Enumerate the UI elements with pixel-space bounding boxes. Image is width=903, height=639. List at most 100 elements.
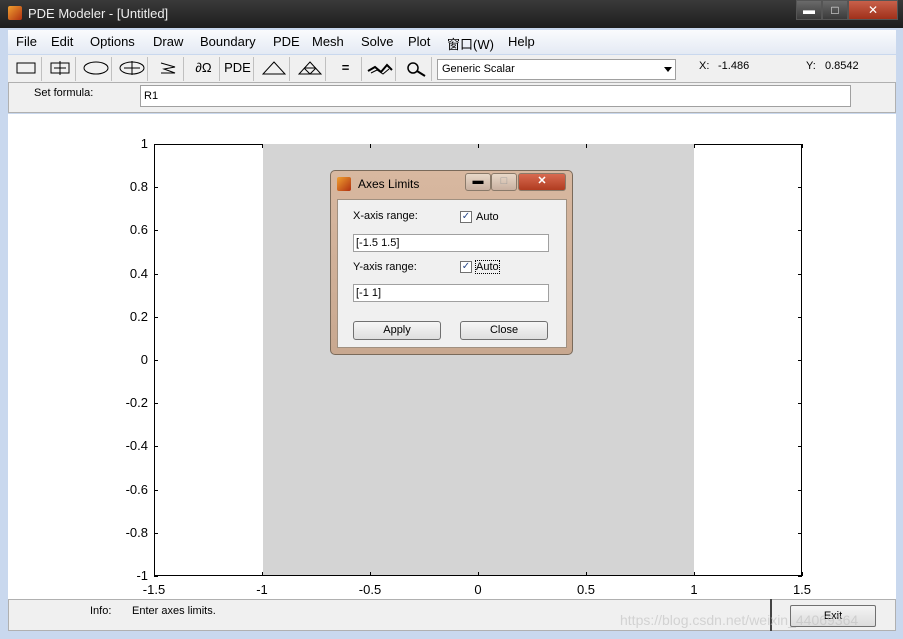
formula-input[interactable]: R1	[140, 85, 851, 107]
check-icon: ✓	[461, 211, 471, 222]
apply-button[interactable]: Apply	[353, 321, 441, 340]
centered-rectangle-icon	[50, 61, 69, 75]
x-tick-label: -1	[256, 582, 268, 597]
y-tick-mark	[154, 187, 158, 189]
pde-spec-button[interactable]: PDE	[222, 57, 254, 81]
application-select[interactable]: Generic Scalar	[437, 59, 676, 80]
y-auto-label: Auto	[475, 260, 500, 274]
close-dialog-button[interactable]: Close	[460, 321, 548, 340]
x-readout-label: X:	[699, 60, 710, 72]
x-tick-mark	[694, 572, 695, 576]
menu-file[interactable]: File	[16, 34, 37, 49]
y-tick-mark	[798, 316, 802, 318]
y-tick-label: 0.4	[129, 265, 148, 281]
init-mesh-button[interactable]	[258, 57, 290, 81]
polygon-icon	[160, 62, 175, 74]
ellipse-tool-button[interactable]	[80, 57, 112, 81]
x-tick-mark	[262, 572, 263, 576]
y-tick-mark	[154, 532, 158, 534]
watermark: https://blog.csdn.net/weixin_44069364	[620, 612, 859, 628]
y-readout-label: Y:	[806, 60, 816, 72]
y-tick-mark	[798, 403, 802, 405]
x-tick-mark	[370, 572, 371, 576]
menu-window[interactable]: 窗口(W)	[447, 34, 494, 53]
x-tick-label: 0	[474, 582, 482, 597]
boundary-mode-button[interactable]: ∂Ω	[188, 57, 220, 81]
x-tick-label: 1	[690, 582, 698, 597]
y-tick-mark	[798, 446, 802, 448]
y-tick-label: 0.6	[129, 222, 148, 238]
y-tick-mark	[798, 360, 802, 361]
matlab-icon	[8, 6, 22, 20]
check-icon: ✓	[461, 261, 471, 272]
y-tick-mark	[154, 360, 158, 361]
rectangle-icon	[16, 62, 35, 74]
formula-label: Set formula:	[34, 87, 94, 99]
init-mesh-icon	[261, 61, 286, 75]
x-axis-range-label: X-axis range:	[353, 210, 418, 222]
x-tick-label: 1.5	[792, 582, 812, 597]
y-readout: 0.8542	[825, 60, 859, 72]
matlab-icon	[337, 177, 351, 191]
dialog-maximize-button[interactable]: □	[491, 173, 517, 191]
x-tick-mark	[586, 144, 587, 148]
y-tick-mark	[154, 446, 158, 448]
dialog-minimize-button[interactable]: ▬	[465, 173, 491, 191]
chevron-down-icon	[664, 67, 672, 72]
x-tick-mark	[154, 572, 155, 576]
menu-plot[interactable]: Plot	[408, 34, 430, 49]
rectangle-tool-button[interactable]	[10, 57, 42, 81]
x-tick-mark	[802, 572, 803, 576]
menu-boundary[interactable]: Boundary	[200, 34, 256, 49]
y-tick-label: -0.6	[125, 481, 148, 497]
menu-options[interactable]: Options	[90, 34, 135, 49]
menu-draw[interactable]: Draw	[153, 34, 183, 49]
y-tick-mark	[154, 230, 158, 232]
x-auto-checkbox[interactable]: ✓	[460, 211, 472, 223]
x-tick-mark	[154, 144, 155, 148]
y-tick-mark	[798, 230, 802, 232]
dialog-close-button[interactable]: ✕	[518, 173, 566, 191]
refine-mesh-icon	[297, 61, 322, 75]
polygon-tool-button[interactable]	[152, 57, 184, 81]
x-auto-label: Auto	[476, 211, 499, 223]
minimize-button[interactable]: ▬	[796, 0, 822, 20]
y-tick-label: -0.8	[125, 524, 148, 540]
maximize-button[interactable]: □	[822, 0, 848, 20]
y-tick-mark	[154, 316, 158, 318]
y-axis-range-input[interactable]: [-1 1]	[353, 284, 549, 302]
zoom-button[interactable]	[400, 57, 432, 81]
zoom-icon	[406, 62, 426, 77]
solve-button[interactable]: =	[330, 57, 362, 81]
centered-rectangle-tool-button[interactable]	[44, 57, 76, 81]
y-axis-range-label: Y-axis range:	[353, 261, 417, 273]
menu-edit[interactable]: Edit	[51, 34, 73, 49]
x-tick-mark	[802, 144, 803, 148]
centered-ellipse-tool-button[interactable]	[116, 57, 148, 81]
window-title: PDE Modeler - [Untitled]	[28, 6, 169, 21]
solve-icon: =	[341, 60, 350, 75]
dialog-title: Axes Limits	[358, 177, 420, 191]
pde-spec-icon: PDE	[224, 60, 251, 75]
plot-button[interactable]	[364, 57, 396, 81]
x-tick-mark	[586, 572, 587, 576]
title-bar: PDE Modeler - [Untitled] ▬ □ ✕	[0, 0, 903, 28]
x-axis-range-input[interactable]: [-1.5 1.5]	[353, 234, 549, 252]
y-auto-checkbox[interactable]: ✓	[460, 261, 472, 273]
menu-bar: File Edit Options Draw Boundary PDE Mesh…	[8, 30, 896, 54]
info-label: Info:	[90, 605, 112, 617]
refine-mesh-button[interactable]	[294, 57, 326, 81]
x-tick-mark	[694, 144, 695, 148]
pde-modeler-window: PDE Modeler - [Untitled] ▬ □ ✕ File Edit…	[0, 0, 903, 639]
menu-solve[interactable]: Solve	[361, 34, 394, 49]
y-tick-label: -0.2	[125, 395, 148, 411]
menu-help[interactable]: Help	[508, 34, 535, 49]
close-button[interactable]: ✕	[848, 0, 898, 20]
menu-pde[interactable]: PDE	[273, 34, 300, 49]
y-tick-label: 0	[140, 352, 148, 367]
info-text: Enter axes limits.	[132, 605, 216, 617]
x-tick-mark	[478, 144, 479, 148]
y-tick-mark	[798, 187, 802, 189]
menu-mesh[interactable]: Mesh	[312, 34, 344, 49]
plot-icon	[367, 63, 393, 75]
